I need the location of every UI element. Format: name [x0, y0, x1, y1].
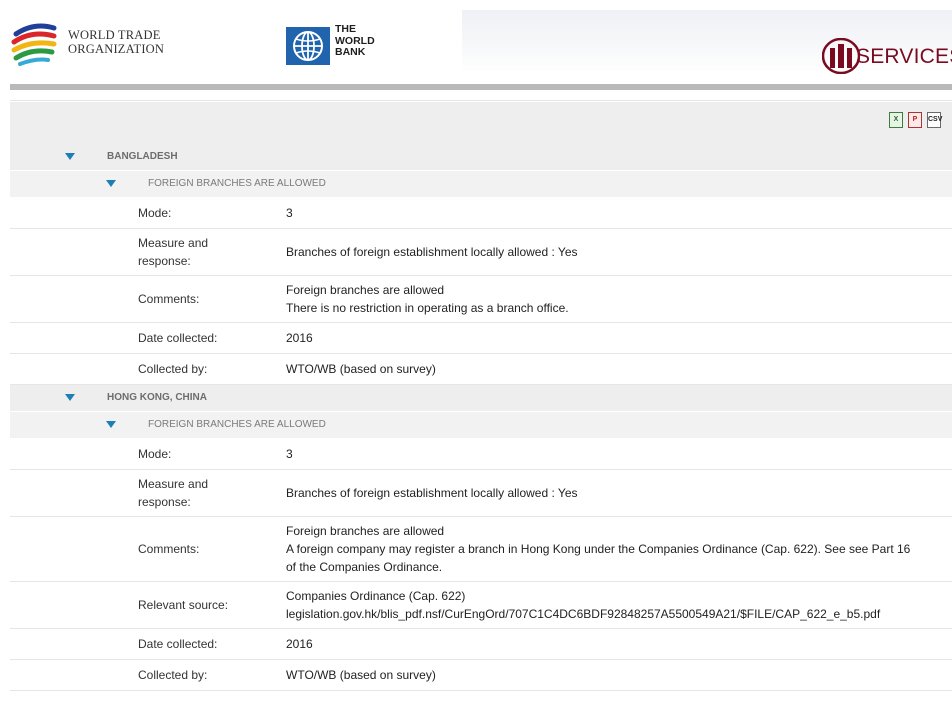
detail-row: Collected by: WTO/WB (based on survey) — [10, 660, 952, 691]
detail-value: Foreign branches are allowed There is no … — [286, 281, 952, 317]
detail-value: 3 — [286, 445, 952, 463]
detail-label: Relevant source: — [138, 598, 229, 612]
detail-value: 2016 — [286, 329, 952, 347]
wto-logo-icon — [11, 23, 57, 66]
detail-row: Mode: 3 — [10, 198, 952, 229]
wto-line-2: Organization — [68, 42, 165, 56]
csv-icon-label: CSV — [928, 116, 943, 123]
detail-value-line: A foreign company may register a branch … — [286, 542, 911, 556]
country-name: BANGLADESH — [107, 151, 178, 162]
detail-value-line: 2016 — [286, 331, 313, 345]
detail-label: Measure and response: — [138, 477, 209, 509]
detail-value: Foreign branches are allowed A foreign co… — [286, 522, 952, 576]
detail-value-line: legislation.gov.hk/blis_pdf.nsf/CurEngOr… — [286, 607, 881, 621]
header-divider-bar — [10, 84, 952, 90]
detail-value: 3 — [286, 204, 952, 222]
detail-label: Date collected: — [138, 331, 218, 345]
detail-value-line: 3 — [286, 447, 293, 461]
detail-row: Comments: Foreign branches are allowed A f… — [10, 517, 952, 582]
excel-export-icon[interactable]: X — [889, 112, 903, 128]
detail-row: Measure and response: Branches of foreign… — [10, 229, 952, 276]
header-separator — [10, 100, 952, 101]
detail-value: Branches of foreign establishment locall… — [286, 484, 952, 502]
country-name: HONG KONG, CHINA — [107, 392, 207, 403]
wb-line-1: THE — [335, 23, 356, 35]
world-bank-logo-icon — [286, 27, 330, 65]
pdf-export-icon[interactable]: P — [908, 112, 922, 128]
detail-row: Collected by: WTO/WB (based on survey) — [10, 354, 952, 385]
measure-row[interactable]: FOREIGN BRANCHES ARE ALLOWED — [10, 171, 952, 198]
detail-value-line: WTO/WB (based on survey) — [286, 668, 436, 682]
itip-services-text: SERVICES — [856, 45, 952, 68]
expand-triangle-icon[interactable] — [106, 180, 116, 187]
measure-title: FOREIGN BRANCHES ARE ALLOWED — [148, 419, 326, 430]
detail-value-line: WTO/WB (based on survey) — [286, 362, 436, 376]
country-row[interactable]: HONG KONG, CHINA — [10, 385, 952, 412]
results-toolbar — [10, 102, 952, 144]
detail-row: Relevant source: Companies Ordinance (Cap… — [10, 582, 952, 629]
detail-row: Date collected: 2016 — [10, 629, 952, 660]
wto-logo-text: World Trade Organization — [68, 28, 164, 56]
detail-label: Measure and response: — [138, 236, 209, 268]
detail-value-line: 2016 — [286, 637, 313, 651]
detail-value: Companies Ordinance (Cap. 622) legislatio… — [286, 587, 952, 623]
results-tree: BANGLADESH FOREIGN BRANCHES ARE ALLOWED Mo… — [10, 144, 952, 691]
wto-line-1: World Trade — [68, 28, 161, 42]
measure-row[interactable]: FOREIGN BRANCHES ARE ALLOWED — [10, 412, 952, 439]
detail-value: WTO/WB (based on survey) — [286, 360, 952, 378]
csv-export-icon[interactable]: CSV — [927, 112, 943, 128]
wb-line-3: BANK — [335, 46, 366, 58]
detail-label: Mode: — [138, 447, 172, 461]
detail-value-line: Companies Ordinance (Cap. 622) — [286, 589, 466, 603]
detail-row: Measure and response: Branches of foreign… — [10, 470, 952, 517]
country-row[interactable]: BANGLADESH — [10, 144, 952, 171]
measure-title: FOREIGN BRANCHES ARE ALLOWED — [148, 178, 326, 189]
detail-label: Date collected: — [138, 637, 218, 651]
detail-label: Comments: — [138, 292, 200, 306]
expand-triangle-icon[interactable] — [106, 421, 116, 428]
world-bank-logo-text: THE WORLD BANK — [335, 23, 375, 59]
detail-value-line: Foreign branches are allowed — [286, 283, 445, 297]
detail-label: Comments: — [138, 542, 200, 556]
detail-value-line: 3 — [286, 206, 293, 220]
detail-value: 2016 — [286, 635, 952, 653]
itip-logo-icon — [822, 38, 860, 74]
detail-row: Mode: 3 — [10, 439, 952, 470]
expand-triangle-icon[interactable] — [65, 394, 75, 401]
detail-row: Comments: Foreign branches are allowed The… — [10, 276, 952, 323]
detail-value-line: Foreign branches are allowed — [286, 524, 445, 538]
expand-triangle-icon[interactable] — [65, 153, 75, 160]
detail-value: Branches of foreign establishment locall… — [286, 243, 952, 261]
detail-label: Collected by: — [138, 668, 208, 682]
detail-row: Date collected: 2016 — [10, 323, 952, 354]
detail-value-line: Branches of foreign establishment locall… — [286, 245, 578, 259]
detail-value: WTO/WB (based on survey) — [286, 666, 952, 684]
detail-value-line: Branches of foreign establishment locall… — [286, 486, 578, 500]
detail-value-line: There is no restriction in operating as … — [286, 301, 569, 315]
detail-label: Mode: — [138, 206, 172, 220]
page-header: World Trade Organization THE WORLD BANK … — [0, 0, 952, 84]
detail-value-line: of the Companies Ordinance. — [286, 560, 443, 574]
detail-label: Collected by: — [138, 362, 208, 376]
